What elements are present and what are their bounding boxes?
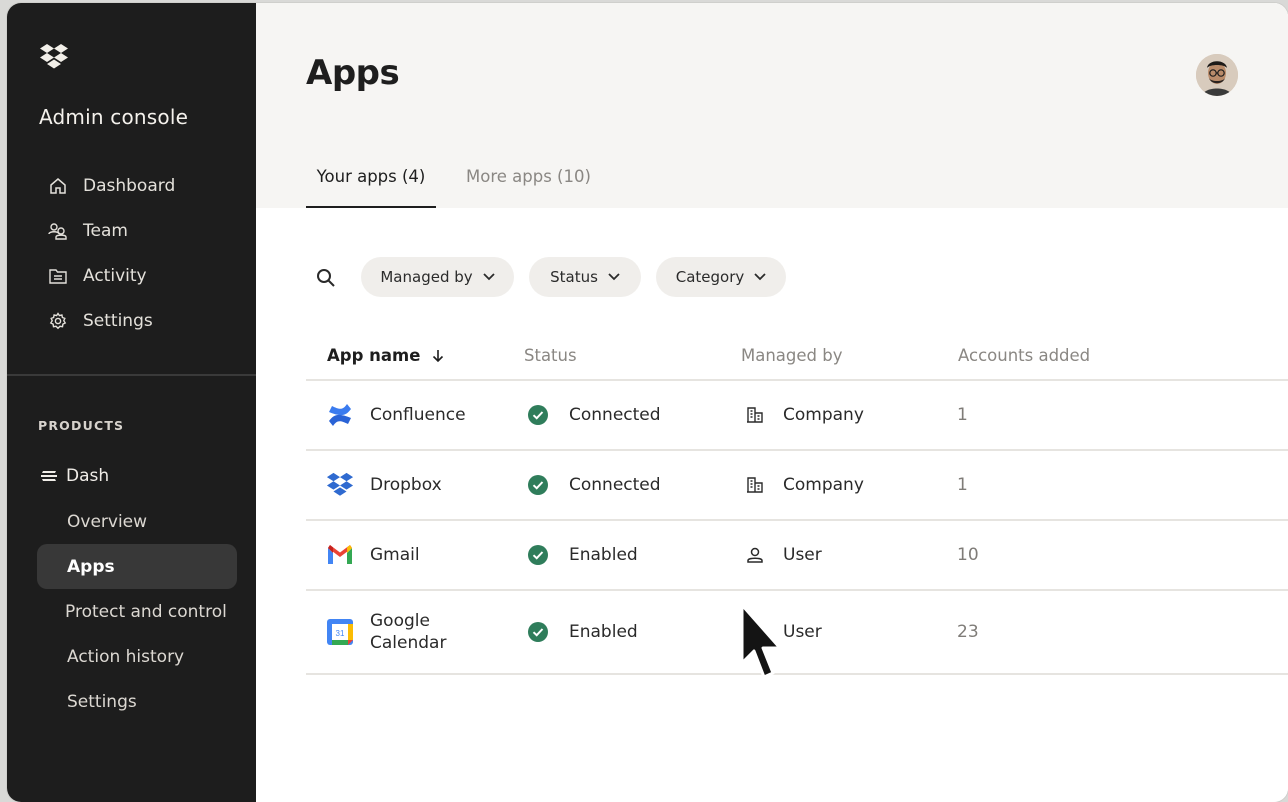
managed-by-text: Company [783, 475, 864, 495]
status-text: Enabled [569, 545, 638, 565]
mouse-pointer-icon [740, 603, 782, 679]
nav-label: Dashboard [83, 176, 176, 196]
nav-label: Activity [83, 266, 147, 286]
sidebar-item-apps[interactable]: Apps [37, 544, 237, 589]
managed-by-cell: Company [744, 451, 864, 519]
filter-label: Managed by [380, 268, 473, 286]
check-circle-icon [528, 622, 548, 642]
filter-label: Category [675, 268, 745, 286]
tab-your-apps[interactable]: Your apps (4) [306, 155, 436, 208]
check-circle-icon [528, 405, 548, 425]
sidebar-item-protect-and-control[interactable]: Protect and control [37, 589, 237, 634]
dropbox-icon [326, 471, 354, 499]
app-name: Google Calendar [370, 610, 446, 654]
status-text: Enabled [569, 622, 638, 642]
dash-icon [40, 469, 60, 483]
app-cell: Confluence [326, 381, 466, 449]
status-text: Connected [569, 405, 661, 425]
table-row[interactable]: 31 Google Calendar Enabled User 23 [306, 591, 1288, 673]
activity-icon [47, 267, 69, 285]
status-cell: Connected [528, 451, 661, 519]
managed-by-text: Company [783, 405, 864, 425]
confluence-icon [326, 401, 354, 429]
status-cell: Enabled [528, 521, 638, 589]
managed-by-text: User [783, 545, 822, 565]
nav-team[interactable]: Team [47, 216, 128, 246]
app-name: Dropbox [370, 475, 442, 495]
accounts-added-cell: 23 [957, 622, 979, 642]
app-name: Confluence [370, 405, 466, 425]
column-header-managed-by[interactable]: Managed by [741, 346, 843, 365]
sidebar-divider [7, 374, 256, 376]
accounts-added-cell: 1 [957, 405, 968, 425]
building-icon [744, 474, 766, 496]
calendar-day-label: 31 [336, 629, 345, 638]
sidebar: Admin console Dashboard Team Activity Se… [7, 3, 256, 802]
managed-by-cell: Company [744, 381, 864, 449]
user-icon [744, 544, 766, 566]
table-row[interactable]: Gmail Enabled User 10 [306, 521, 1288, 589]
nav-label: Team [83, 221, 128, 241]
page-header: Apps Your apps (4) More apps (10) [256, 3, 1288, 208]
filter-category[interactable]: Category [656, 257, 786, 297]
console-title: Admin console [39, 105, 189, 129]
team-icon [47, 222, 69, 240]
chevron-down-icon [483, 273, 495, 281]
user-avatar[interactable] [1196, 54, 1238, 96]
column-header-app-name[interactable]: App name [327, 346, 444, 365]
status-cell: Enabled [528, 591, 638, 673]
table-row[interactable]: Confluence Connected Company 1 [306, 381, 1288, 449]
sidebar-item-overview[interactable]: Overview [37, 499, 237, 544]
app-name-line-1: Google [370, 611, 430, 631]
filter-label: Status [550, 268, 598, 286]
column-header-accounts-added[interactable]: Accounts added [958, 346, 1090, 365]
sort-arrow-down-icon [433, 349, 444, 362]
chevron-down-icon [608, 273, 620, 281]
column-header-status[interactable]: Status [524, 346, 577, 365]
app-cell: Gmail [326, 521, 420, 589]
page-title: Apps [306, 53, 400, 93]
google-calendar-icon: 31 [326, 618, 354, 646]
app-name: Gmail [370, 545, 420, 565]
home-icon [47, 177, 69, 195]
check-circle-icon [528, 475, 548, 495]
check-circle-icon [528, 545, 548, 565]
app-cell: 31 Google Calendar [326, 591, 446, 673]
nav-settings[interactable]: Settings [47, 306, 153, 336]
managed-by-text: User [783, 622, 822, 642]
app-name-line-2: Calendar [370, 633, 447, 653]
filter-managed-by[interactable]: Managed by [361, 257, 514, 297]
nav-label: Settings [83, 311, 153, 331]
nav-dashboard[interactable]: Dashboard [47, 171, 175, 201]
table-divider [306, 673, 1288, 675]
product-label: Dash [66, 466, 110, 486]
building-icon [744, 404, 766, 426]
app-cell: Dropbox [326, 451, 442, 519]
managed-by-cell: User [744, 521, 822, 589]
nav-activity[interactable]: Activity [47, 261, 147, 291]
products-heading: PRODUCTS [38, 418, 125, 433]
status-cell: Connected [528, 381, 661, 449]
product-dash[interactable]: Dash [40, 463, 109, 489]
accounts-added-cell: 10 [957, 545, 979, 565]
gmail-icon [326, 541, 354, 569]
search-icon[interactable] [315, 267, 337, 289]
status-text: Connected [569, 475, 661, 495]
gear-icon [47, 312, 69, 330]
chevron-down-icon [754, 273, 766, 281]
table-row[interactable]: Dropbox Connected Company 1 [306, 451, 1288, 519]
sidebar-item-action-history[interactable]: Action history [37, 634, 237, 679]
accounts-added-cell: 1 [957, 475, 968, 495]
app-window: Admin console Dashboard Team Activity Se… [7, 3, 1288, 802]
tab-more-apps[interactable]: More apps (10) [466, 155, 591, 208]
filter-status[interactable]: Status [529, 257, 641, 297]
dropbox-logo-icon[interactable] [39, 43, 69, 71]
main-content: Apps Your apps (4) More apps (10) Manage… [256, 3, 1288, 802]
column-header-label: App name [327, 346, 421, 365]
sidebar-item-settings[interactable]: Settings [37, 679, 237, 724]
